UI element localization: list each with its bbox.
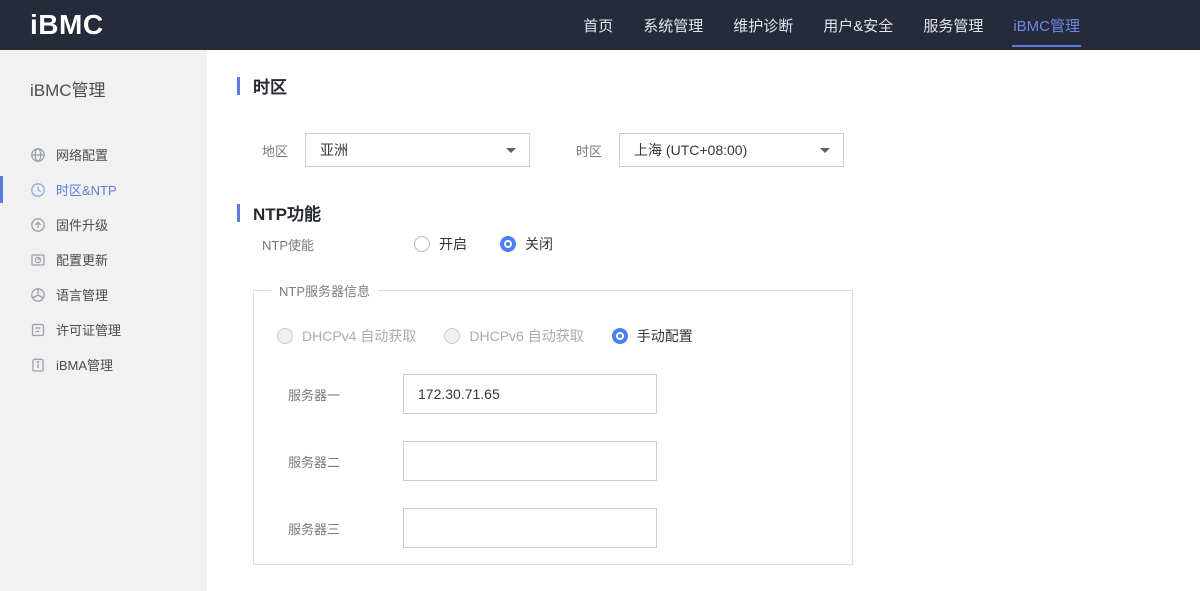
sidebar-item-network-config[interactable]: 网络配置 <box>0 137 207 172</box>
sidebar-item-ibma-management[interactable]: iBMA管理 <box>0 347 207 382</box>
server-one-row: 服务器一 <box>288 374 657 414</box>
sidebar-title: iBMC管理 <box>30 81 106 100</box>
sidebar-item-label: iBMA管理 <box>56 358 114 373</box>
region-select-value: 亚洲 <box>320 142 349 158</box>
nav-item-home[interactable]: 首页 <box>568 0 628 50</box>
ntp-mode-radio-group: DHCPv4 自动获取 DHCPv6 自动获取 手动配置 <box>277 326 693 346</box>
ntp-server-info-legend: NTP服务器信息 <box>279 284 371 299</box>
section-accent-bar <box>237 76 240 95</box>
radio-dhcpv4-auto[interactable]: DHCPv4 自动获取 <box>277 326 416 346</box>
sidebar-menu: 网络配置 时区&NTP 固件升级 配置更新 语言管理 许可证管理 iBMA管理 <box>0 137 207 382</box>
server-three-row: 服务器三 <box>288 508 657 548</box>
region-select[interactable]: 亚洲 <box>305 133 531 167</box>
app-logo: iBMC <box>30 9 104 40</box>
server-two-row: 服务器二 <box>288 441 657 481</box>
nav-item-maintenance-diagnosis[interactable]: 维护诊断 <box>718 0 808 50</box>
sidebar-item-label: 配置更新 <box>56 253 109 268</box>
sidebar: iBMC管理 网络配置 时区&NTP 固件升级 配置更新 语言管理 许可证管理 … <box>0 50 207 591</box>
radio-unchecked-icon <box>414 236 430 252</box>
section-title: 时区 <box>253 78 287 97</box>
config-update-icon <box>30 252 46 268</box>
server-three-label: 服务器三 <box>288 521 341 537</box>
sidebar-item-firmware-upgrade[interactable]: 固件升级 <box>0 207 207 242</box>
radio-checked-icon <box>611 328 628 344</box>
sidebar-item-label: 许可证管理 <box>56 323 122 338</box>
main-nav: 首页 系统管理 维护诊断 用户&安全 服务管理 iBMC管理 <box>568 0 1095 50</box>
sidebar-item-label: 固件升级 <box>56 218 109 233</box>
radio-ntp-on[interactable]: 开启 <box>414 234 467 254</box>
nav-item-service-management[interactable]: 服务管理 <box>908 0 998 50</box>
server-two-input[interactable] <box>403 441 657 481</box>
ntp-enable-row: NTP使能 开启 关闭 <box>262 234 553 254</box>
timezone-section-header: 时区 <box>237 73 287 98</box>
zone-select[interactable]: 上海 (UTC+08:00) <box>619 133 845 167</box>
sidebar-item-license-management[interactable]: 许可证管理 <box>0 312 207 347</box>
nav-item-system-management[interactable]: 系统管理 <box>628 0 718 50</box>
radio-disabled-icon <box>277 328 293 344</box>
radio-checked-icon <box>500 236 516 252</box>
timezone-form-row: 地区 亚洲 时区 上海 (UTC+08:00) <box>262 133 845 167</box>
radio-manual-config[interactable]: 手动配置 <box>611 326 693 346</box>
radio-dhcpv6-auto[interactable]: DHCPv6 自动获取 <box>444 326 584 346</box>
server-two-label: 服务器二 <box>288 454 341 470</box>
main-content: 时区 地区 亚洲 时区 上海 (UTC+08:00) NTP功能 NTP使能 开… <box>207 50 1200 591</box>
chevron-down-icon <box>506 148 517 153</box>
ntp-server-info-fieldset: NTP服务器信息 DHCPv4 自动获取 DHCPv6 自动获取 手动配置 服务… <box>253 281 853 565</box>
chevron-down-icon <box>820 148 831 153</box>
ibma-icon <box>30 357 46 373</box>
sidebar-item-label: 网络配置 <box>56 148 109 163</box>
network-icon <box>30 147 46 163</box>
ntp-enable-label: NTP使能 <box>262 237 315 253</box>
firmware-upgrade-icon <box>30 217 46 233</box>
timezone-icon <box>30 182 46 198</box>
top-navbar: iBMC 首页 系统管理 维护诊断 用户&安全 服务管理 iBMC管理 <box>0 0 1200 50</box>
sidebar-item-config-update[interactable]: 配置更新 <box>0 242 207 277</box>
section-title: NTP功能 <box>253 205 321 224</box>
sidebar-item-label: 时区&NTP <box>56 183 117 198</box>
radio-disabled-icon <box>444 328 461 344</box>
nav-item-user-security[interactable]: 用户&安全 <box>808 0 908 50</box>
server-one-input[interactable] <box>403 374 657 414</box>
radio-ntp-off[interactable]: 关闭 <box>500 234 553 254</box>
sidebar-item-language-management[interactable]: 语言管理 <box>0 277 207 312</box>
server-three-input[interactable] <box>403 508 657 548</box>
section-accent-bar <box>237 203 240 222</box>
zone-select-value: 上海 (UTC+08:00) <box>634 142 748 158</box>
sidebar-item-timezone-ntp[interactable]: 时区&NTP <box>0 172 207 207</box>
language-icon <box>30 287 46 303</box>
nav-item-ibmc-management[interactable]: iBMC管理 <box>998 0 1095 50</box>
server-one-label: 服务器一 <box>288 387 341 403</box>
sidebar-item-label: 语言管理 <box>56 288 109 303</box>
license-icon <box>30 322 46 338</box>
ntp-section-header: NTP功能 <box>237 200 321 225</box>
zone-label: 时区 <box>576 143 603 159</box>
region-label: 地区 <box>262 143 289 159</box>
page: iBMC 首页 系统管理 维护诊断 用户&安全 服务管理 iBMC管理 iBMC… <box>0 0 1200 591</box>
